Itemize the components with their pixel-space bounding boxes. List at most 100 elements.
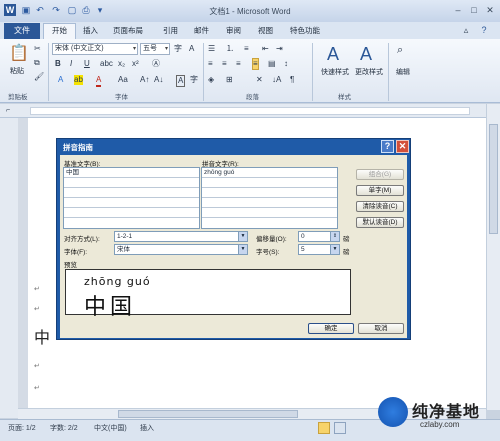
font-name-combo[interactable]: 宋体 (中文正文) ▾ bbox=[52, 43, 138, 55]
ruby-text-cell[interactable] bbox=[202, 178, 337, 188]
alignment-select[interactable]: 1-2-1 ▼ bbox=[114, 231, 248, 242]
status-page[interactable]: 页面: 1/2 bbox=[8, 423, 36, 433]
scroll-thumb[interactable] bbox=[489, 124, 498, 234]
align-right-icon[interactable]: ≡ bbox=[236, 59, 241, 69]
highlight-icon[interactable]: ab bbox=[74, 75, 83, 85]
status-mode[interactable]: 插入 bbox=[140, 423, 154, 433]
grow-font-icon[interactable]: A↑ bbox=[140, 75, 149, 85]
status-words[interactable]: 字数: 2/2 bbox=[50, 423, 78, 433]
ruby-text-cell[interactable] bbox=[202, 208, 337, 218]
offset-spinner[interactable]: 0 ⇕ bbox=[298, 231, 340, 242]
chinese-layout-icon[interactable]: ✕ bbox=[256, 75, 263, 85]
base-text-cell[interactable] bbox=[64, 208, 199, 218]
status-language[interactable]: 中文(中国) bbox=[94, 423, 127, 433]
ok-button[interactable]: 确定 bbox=[308, 323, 354, 334]
numbering-icon[interactable]: ⒈ bbox=[226, 44, 234, 54]
dialog-help-button[interactable]: ? bbox=[381, 140, 394, 153]
show-marks-icon[interactable]: ¶ bbox=[290, 75, 294, 85]
ruby-text-cell[interactable] bbox=[202, 188, 337, 198]
tab-mailings[interactable]: 邮件 bbox=[194, 25, 209, 36]
align-center-icon[interactable]: ≡ bbox=[222, 59, 227, 69]
combine-button[interactable]: 组合(G) bbox=[356, 169, 404, 180]
fullscreen-view-icon[interactable] bbox=[334, 422, 346, 434]
tab-page-layout[interactable]: 页面布局 bbox=[113, 25, 143, 36]
editing-button[interactable]: ⌕ 编辑 bbox=[392, 41, 412, 87]
base-text-cell[interactable]: 中国 bbox=[64, 168, 199, 178]
ruler-scale[interactable] bbox=[30, 107, 470, 115]
base-text-cell[interactable] bbox=[64, 178, 199, 188]
minimize-button[interactable]: – bbox=[450, 4, 466, 17]
phonetic-guide-icon[interactable]: 字 bbox=[174, 44, 182, 54]
borders-icon[interactable]: ⊞ bbox=[226, 75, 233, 85]
quick-styles-button[interactable]: A 快速样式 bbox=[318, 41, 350, 87]
document-text[interactable]: 中 bbox=[34, 324, 50, 348]
tab-home[interactable]: 开始 bbox=[43, 23, 76, 39]
tab-view[interactable]: 视图 bbox=[258, 25, 273, 36]
paste-label[interactable]: 粘贴 bbox=[10, 66, 24, 76]
preview-label: 预览 bbox=[64, 262, 77, 269]
font-select[interactable]: 宋体 ▼ bbox=[114, 244, 248, 255]
tab-references[interactable]: 引用 bbox=[163, 25, 178, 36]
horizontal-ruler[interactable]: ⌐ bbox=[0, 104, 500, 118]
decrease-indent-icon[interactable]: ⇤ bbox=[262, 44, 269, 54]
multilevel-list-icon[interactable]: ≡ bbox=[244, 44, 249, 54]
subscript-icon[interactable]: x₂ bbox=[118, 59, 125, 69]
ruby-text-cell[interactable] bbox=[202, 198, 337, 208]
vertical-ruler[interactable] bbox=[0, 118, 18, 418]
dialog-title: 拼音指南 bbox=[63, 143, 93, 152]
print-layout-view-icon[interactable] bbox=[318, 422, 330, 434]
shading-icon[interactable]: ◈ bbox=[208, 75, 214, 85]
char-border-icon[interactable]: A bbox=[176, 75, 186, 87]
clear-format-icon[interactable]: Ⓐ bbox=[152, 59, 160, 69]
scroll-thumb[interactable] bbox=[118, 410, 298, 418]
maximize-button[interactable]: □ bbox=[466, 4, 482, 17]
tab-selector-icon[interactable]: ⌐ bbox=[6, 106, 10, 116]
close-window-button[interactable]: ✕ bbox=[482, 4, 498, 17]
bullets-icon[interactable]: ☰ bbox=[208, 44, 215, 54]
copy-icon[interactable]: ⧉ bbox=[34, 58, 40, 68]
ribbon-minimize-icon[interactable]: ▵ bbox=[458, 24, 474, 37]
text-effects-icon[interactable]: A bbox=[58, 75, 63, 85]
help-icon[interactable]: ? bbox=[476, 24, 492, 37]
underline-icon[interactable]: U bbox=[84, 59, 90, 69]
bold-icon[interactable]: B bbox=[55, 59, 61, 69]
char-shading-box-icon[interactable]: 字 bbox=[190, 75, 198, 85]
ribbon-tabs: 文件 开始 插入 页面布局 引用 邮件 审阅 视图 特色功能 ▵ ? bbox=[0, 22, 500, 39]
font-color-icon[interactable]: A bbox=[96, 75, 102, 87]
base-text-grid[interactable]: 中国 bbox=[63, 167, 200, 229]
tab-special-features[interactable]: 特色功能 bbox=[290, 25, 320, 36]
size-select[interactable]: 5 ▼ bbox=[298, 244, 340, 255]
base-text-cell[interactable] bbox=[64, 218, 199, 228]
enclose-char-icon[interactable]: A bbox=[189, 44, 194, 54]
line-spacing-icon[interactable]: ↕ bbox=[284, 59, 288, 69]
vertical-scrollbar[interactable] bbox=[486, 104, 500, 410]
base-text-cell[interactable] bbox=[64, 188, 199, 198]
strikethrough-icon[interactable]: abc bbox=[100, 59, 113, 69]
ruby-text-cell[interactable]: zhōng guó bbox=[202, 168, 337, 178]
justify-icon[interactable]: ≡ bbox=[252, 58, 259, 70]
ruby-text-cell[interactable] bbox=[202, 218, 337, 228]
italic-icon[interactable]: I bbox=[70, 59, 72, 69]
font-size-combo[interactable]: 五号 ▾ bbox=[140, 43, 170, 55]
change-styles-button[interactable]: A 更改样式 bbox=[352, 41, 384, 87]
tab-review[interactable]: 审阅 bbox=[226, 25, 241, 36]
char-shading-icon[interactable]: Aa bbox=[118, 75, 128, 85]
default-reading-button[interactable]: 默认读音(D) bbox=[356, 217, 404, 228]
distributed-icon[interactable]: ▤ bbox=[268, 59, 276, 69]
cancel-button[interactable]: 取消 bbox=[358, 323, 404, 334]
clear-reading-button[interactable]: 清除读音(C) bbox=[356, 201, 404, 212]
base-text-cell[interactable] bbox=[64, 198, 199, 208]
increase-indent-icon[interactable]: ⇥ bbox=[276, 44, 283, 54]
dialog-close-button[interactable]: ✕ bbox=[396, 140, 409, 153]
align-left-icon[interactable]: ≡ bbox=[208, 59, 213, 69]
paste-icon[interactable]: 📋 bbox=[9, 45, 29, 63]
tab-file[interactable]: 文件 bbox=[4, 23, 40, 39]
ruby-text-grid[interactable]: zhōng guó bbox=[201, 167, 338, 229]
superscript-icon[interactable]: x² bbox=[132, 59, 139, 69]
sort-icon[interactable]: ↓A bbox=[272, 75, 281, 85]
cut-icon[interactable]: ✂ bbox=[34, 44, 41, 54]
format-painter-icon[interactable]: 🖌 bbox=[34, 72, 44, 82]
single-char-button[interactable]: 单字(M) bbox=[356, 185, 404, 196]
tab-insert[interactable]: 插入 bbox=[83, 25, 98, 36]
shrink-font-icon[interactable]: A↓ bbox=[154, 75, 163, 85]
